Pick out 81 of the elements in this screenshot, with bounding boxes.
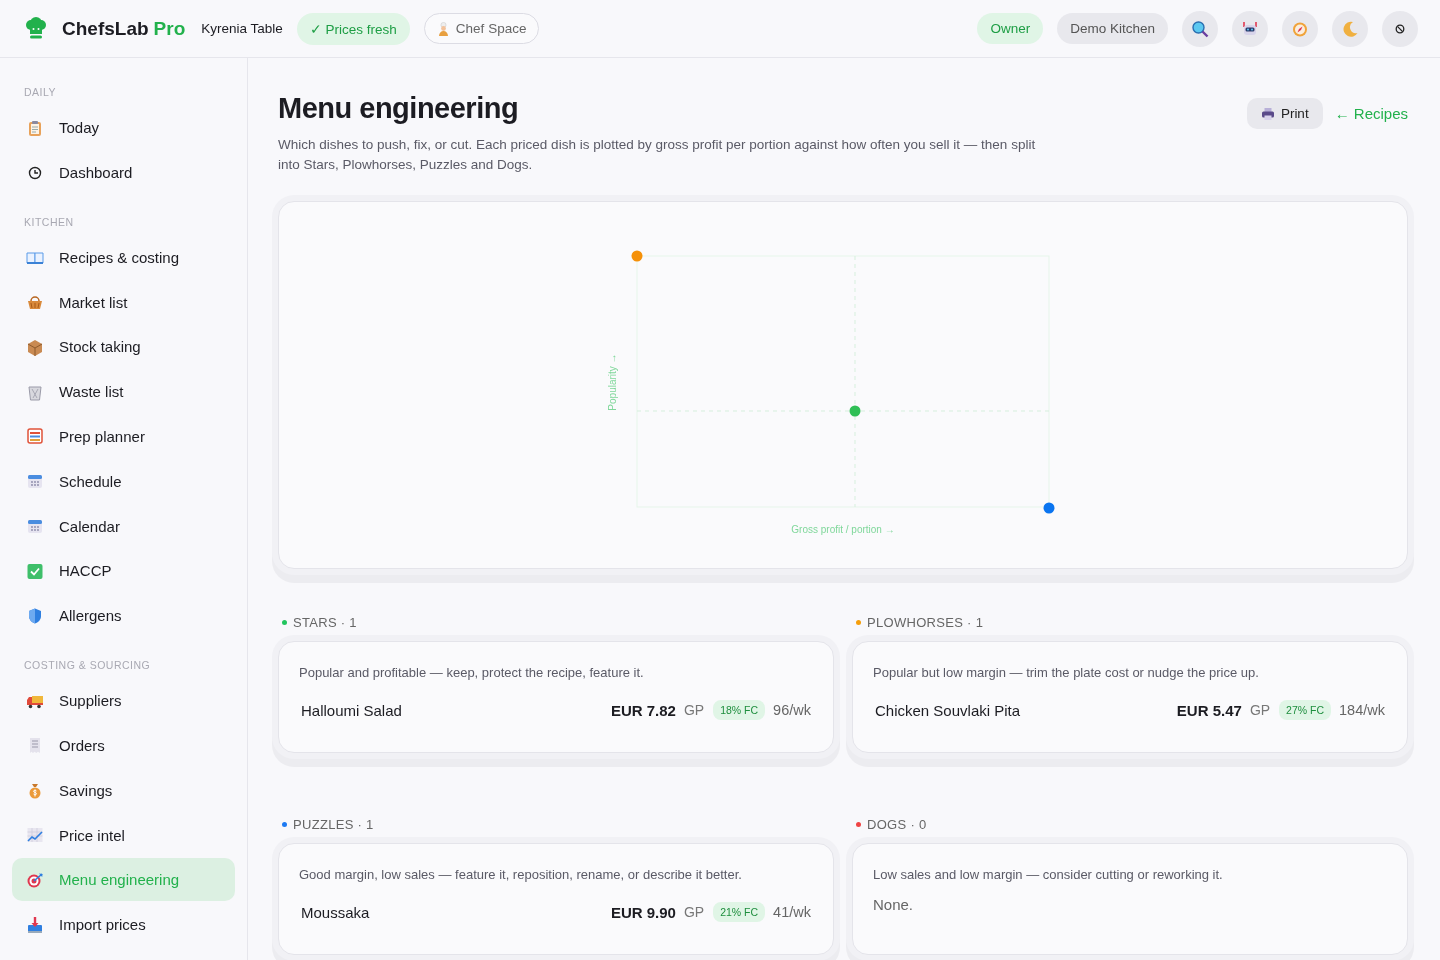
axis-label: Gross profit / portion →: [791, 524, 895, 535]
quadrant-description: Popular and profitable — keep, protect the recipe, feature it.: [299, 665, 645, 680]
brand-name: ChefsLab: [62, 17, 149, 40]
theme-toggle[interactable]: [1332, 10, 1368, 47]
food-cost-badge: 27% FC: [1279, 700, 1332, 720]
sidebar-item[interactable]: Prep planner: [12, 415, 235, 458]
chef-space-button[interactable]: Chef Space: [423, 13, 540, 44]
sidebar-item[interactable]: Schedule: [12, 459, 235, 503]
download-icon: [26, 915, 44, 934]
sidebar-item[interactable]: Orders: [12, 723, 235, 767]
gross-profit: EUR 7.82: [610, 701, 676, 719]
empty-text: None.: [873, 896, 915, 913]
kitchen-selector[interactable]: Demo Kitchen: [1057, 13, 1168, 44]
food-cost-badge: 21% FC: [713, 902, 766, 922]
chef-icon: [436, 21, 450, 36]
gross-profit: EUR 5.47: [1176, 701, 1242, 719]
section-heading: COSTING & SOURCING: [23, 659, 152, 672]
quadrant-heading: PUZZLES · 1: [293, 817, 374, 832]
robot-icon: [1241, 19, 1259, 38]
line-chart-icon: [26, 826, 44, 845]
chef-hat-icon: [24, 16, 48, 41]
sidebar-item[interactable]: Price intel: [12, 813, 235, 857]
page-description: Which dishes to push, fix, or cut. Each priced dish is plotted by gross profit per portion against how often you sell it — then split into Stars, Plowhorses, Puzzles and Dogs.: [278, 136, 1037, 174]
sidebar-item[interactable]: Recipes & costing: [12, 235, 235, 279]
sidebar-item[interactable]: Dashboard: [12, 150, 235, 194]
sidebar-item[interactable]: Allergens: [12, 594, 235, 638]
dish-name: Chicken Souvlaki Pita: [874, 701, 1022, 719]
checkbox-icon: [26, 561, 44, 580]
quadrant-heading: PLOWHORSES · 1: [867, 615, 984, 630]
sidebar-item[interactable]: Import prices: [12, 903, 235, 947]
weekly-sales: 96/wk: [773, 702, 811, 718]
calendar-icon: [26, 472, 44, 491]
weekly-sales: 184/wk: [1339, 702, 1385, 718]
shield-icon: [26, 606, 44, 625]
calendar-icon: [26, 517, 44, 536]
box-icon: [26, 337, 44, 356]
block-icon: [1395, 23, 1405, 34]
block-button[interactable]: [1382, 10, 1418, 47]
moon-icon: [1341, 19, 1359, 38]
data-point: [631, 250, 643, 262]
gross-profit: EUR 9.90: [610, 903, 676, 921]
sidebar-item[interactable]: Suppliers: [12, 679, 235, 723]
search-button[interactable]: [1182, 10, 1218, 47]
role-pill: Owner: [977, 13, 1044, 44]
sidebar-item[interactable]: Calendar: [12, 504, 235, 548]
status-pill: ✓ Prices fresh: [296, 12, 410, 45]
sidebar-item[interactable]: Stock taking: [12, 325, 235, 369]
quadrant-description: Low sales and low margin — consider cutting or reworking it.: [873, 867, 1224, 882]
axis-label: Popularity →: [607, 353, 618, 411]
robot-button[interactable]: [1232, 10, 1268, 47]
data-point: [849, 405, 861, 417]
clipboard-icon: [26, 118, 44, 137]
gp-label: GP: [683, 702, 705, 718]
search-icon: [1191, 19, 1209, 38]
quadrant-description: Good margin, low sales — feature it, reposition, rename, or describe it better.: [299, 867, 743, 882]
gp-label: GP: [1249, 702, 1271, 718]
dish-name: Moussaka: [300, 903, 371, 921]
weekly-sales: 41/wk: [773, 904, 811, 920]
sidebar-item[interactable]: Market list: [12, 280, 235, 324]
sidebar-item[interactable]: Today: [12, 106, 235, 149]
data-point: [1043, 502, 1055, 514]
planner-icon: [26, 427, 44, 446]
quadrant-description: Popular but low margin — trim the plate cost or nudge the price up.: [873, 665, 1260, 680]
section-heading: KITCHEN: [23, 215, 75, 228]
printer-icon: [1260, 106, 1275, 121]
compass-button[interactable]: [1282, 10, 1318, 47]
sidebar-item[interactable]: Savings: [12, 768, 235, 812]
quadrant-heading: STARS · 1: [293, 615, 357, 630]
target-icon: [26, 870, 44, 889]
page-title: Menu engineering: [278, 92, 520, 125]
gp-label: GP: [683, 904, 705, 920]
sidebar-item[interactable]: Waste list: [12, 370, 235, 414]
venue-name: Kyrenia Table: [201, 21, 283, 36]
sidebar-item[interactable]: HACCP: [12, 549, 235, 593]
basket-icon: [26, 293, 44, 312]
quadrant-heading: DOGS · 0: [867, 817, 927, 832]
section-heading: DAILY: [23, 86, 58, 98]
dish-name: Halloumi Salad: [300, 701, 403, 719]
food-cost-badge: 18% FC: [713, 700, 766, 720]
brand-subtitle: Pro: [153, 17, 186, 40]
print-button[interactable]: Print: [1246, 98, 1323, 129]
